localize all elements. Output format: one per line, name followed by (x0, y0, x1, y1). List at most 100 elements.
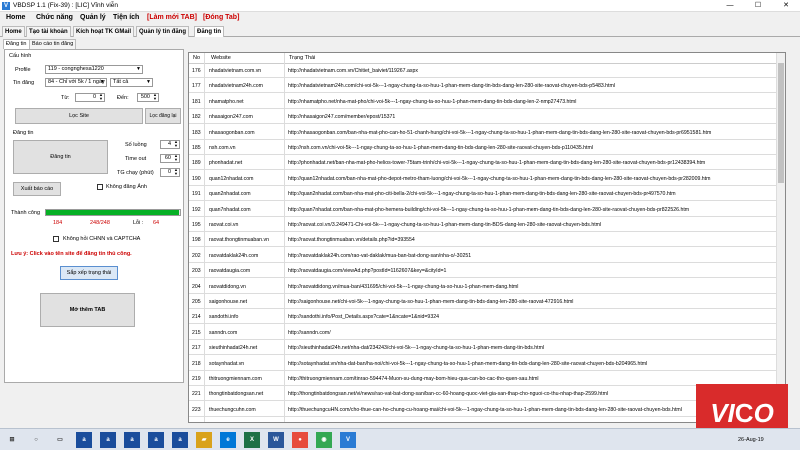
table-row[interactable]: 181 nhamatpho.net http://nhamatpho.net/nha… (189, 96, 777, 109)
word-icon[interactable]: W (268, 432, 284, 448)
cell-site[interactable]: raovatdidong.vn (209, 284, 282, 290)
spinner-arrows-icon[interactable]: ▲ ▼ (99, 93, 103, 101)
filter-site-button[interactable]: Lọc Site (15, 108, 143, 124)
table-row[interactable]: 198 raovat.thongtinmuaban.vn http://raovat… (189, 234, 777, 248)
spinner-arrows-icon[interactable]: ▲ ▼ (174, 168, 178, 176)
table-row[interactable]: 195 raovat.coi.vn http://raovat.coi.vn/3.2… (189, 219, 777, 232)
menu-home[interactable]: Home (6, 14, 25, 21)
excel-icon[interactable]: X (244, 432, 260, 448)
tab-home[interactable]: Home (2, 26, 25, 37)
table-row[interactable]: 221 thongtinbatdongsan.net http://thongtin… (189, 388, 777, 402)
app-icon-a[interactable]: a (76, 432, 92, 448)
table-row[interactable]: 192 quan7nhadat.com http://quan7nhadat.com… (189, 204, 777, 217)
app-icon-a4[interactable]: a (148, 432, 164, 448)
cell-site[interactable]: raovat.coi.vn (209, 222, 282, 228)
app-icon-a3[interactable]: a (124, 432, 140, 448)
windows-start-icon[interactable]: ⊞ (4, 432, 20, 448)
tab-manage-posts[interactable]: Quản lý tin đăng (136, 26, 190, 37)
subtab-report[interactable]: Báo cáo tin đăng (29, 39, 77, 49)
close-window-button[interactable]: ✕ (772, 0, 800, 12)
sort-status-button[interactable]: Sắp xếp trạng thái (60, 266, 118, 280)
app-icon-a2[interactable]: a (100, 432, 116, 448)
maximize-button[interactable]: ☐ (744, 0, 772, 12)
column-no[interactable]: No (193, 55, 200, 61)
table-row[interactable]: 217 sieuthinhadat24h.net http://sieuthinha… (189, 342, 777, 356)
column-website[interactable]: Website (211, 55, 231, 61)
cell-site[interactable]: raovat.thongtinmuaban.vn (209, 237, 282, 243)
tab-create-account[interactable]: Tạo tài khoản (26, 26, 71, 37)
cell-site[interactable]: sotaynhadat.vn (209, 361, 282, 367)
tab-activate-gmail[interactable]: Kích hoạt TK GMail (73, 26, 135, 37)
profile-select[interactable]: 119 - congnghesa1220 ▼ (45, 65, 143, 74)
menu-manage[interactable]: Quản lý (80, 14, 106, 21)
cell-site[interactable]: sieuthinhadat24h.net (209, 345, 282, 351)
cell-site[interactable]: quan12nhadat.com (209, 176, 282, 182)
cell-site[interactable]: saigonhouse.net (209, 299, 282, 305)
to-input[interactable]: 500 ▲ ▼ (137, 93, 159, 102)
search-icon[interactable]: ○ (28, 432, 44, 448)
column-status[interactable]: Trạng Thái (289, 55, 315, 61)
vertical-scrollbar[interactable] (776, 53, 785, 422)
post-select[interactable]: 84 - Chỉ với 5k / 1 ngày ▼ (45, 78, 107, 87)
app-icon-red[interactable]: ● (292, 432, 308, 448)
post-button[interactable]: Đăng tin (13, 140, 108, 174)
cell-site[interactable]: raovatdaugia.com (209, 268, 282, 274)
menu-close-tab[interactable]: [Đóng Tab] (203, 14, 239, 21)
cell-site[interactable]: sandothi.info (209, 314, 282, 320)
spinner-arrows-icon[interactable]: ▲ ▼ (153, 93, 157, 101)
spinner-arrows-icon[interactable]: ▲ ▼ (174, 140, 178, 148)
task-view-icon[interactable]: ▭ (52, 432, 68, 448)
cell-site[interactable]: nsh.com.vn (209, 145, 282, 151)
table-row[interactable]: 189 phonhadat.net http://phonhadat.net/ban… (189, 157, 777, 171)
table-row[interactable]: 177 nhadatvietnam24h.com http://nhadatviet… (189, 80, 777, 94)
cell-site[interactable]: thuechungcuhn.com (209, 407, 282, 413)
table-row[interactable]: 202 raovatdaklak24h.com http://raovatdakla… (189, 250, 777, 263)
cell-site[interactable]: sanndn.com (209, 330, 282, 336)
no-captcha-checkbox[interactable] (53, 236, 59, 242)
cell-site[interactable]: raovatdaklak24h.com (209, 253, 282, 259)
table-row[interactable]: 218 sotaynhadat.vn http://sotaynhadat.vn/n… (189, 358, 777, 371)
cell-site[interactable]: nhasaigon247.com (209, 114, 282, 120)
menu-refresh-tab[interactable]: [Làm mới TAB] (147, 14, 197, 21)
refilter-button[interactable]: Lọc đăng lại (145, 108, 181, 124)
tab-post[interactable]: Đăng tin (194, 26, 224, 37)
no-image-checkbox[interactable] (97, 184, 103, 190)
subtab-post[interactable]: Đăng tin (3, 39, 30, 49)
from-input[interactable]: 0 ▲ ▼ (75, 93, 105, 102)
cell-site[interactable]: thitruongmiennam.com (209, 376, 282, 382)
cell-site[interactable]: quan2nhadat.com (209, 191, 282, 197)
table-row[interactable]: 185 nsh.com.vn http://nsh.com.vn/chi-voi-5… (189, 142, 777, 155)
folder-icon[interactable]: ▰ (196, 432, 212, 448)
cell-site[interactable]: nhasaogonban.com (209, 130, 282, 136)
browser-icon[interactable]: e (220, 432, 236, 448)
table-row[interactable]: 203 raovatdaugia.com http://raovatdaugia.c… (189, 265, 777, 279)
table-row[interactable]: 182 nhasaigon247.com http://nhasaigon247.c… (189, 111, 777, 125)
table-row[interactable]: 214 sandothi.info http://sandothi.info/Pos… (189, 311, 777, 325)
app-icon-a5[interactable]: a (172, 432, 188, 448)
table-row[interactable]: 204 raovatdidong.vn http://raovatdidong.vn… (189, 281, 777, 294)
cell-site[interactable]: nhadatvietnam24h.com (209, 83, 282, 89)
vbdsp-app-icon[interactable]: V (340, 432, 356, 448)
menu-utilities[interactable]: Tiện ích (113, 14, 139, 21)
table-row[interactable]: 223 thuechungcuhn.com http://thuechungcuHN… (189, 404, 777, 417)
quantity-input[interactable]: 4 ▲ ▼ (160, 140, 180, 149)
table-row[interactable]: 219 thitruongmiennam.com http://thitruongm… (189, 373, 777, 386)
table-row[interactable]: 190 quan12nhadat.com http://quan12nhadat.c… (189, 173, 777, 186)
run-time-input[interactable]: 0 ▲ ▼ (160, 168, 180, 177)
table-row[interactable]: 215 sanndn.com http://sanndn.com/ (189, 327, 777, 340)
menu-functions[interactable]: Chức năng (36, 14, 73, 21)
scrollbar-thumb[interactable] (778, 63, 784, 183)
table-row[interactable]: 191 quan2nhadat.com http://quan2nhadat.com… (189, 188, 777, 202)
cell-site[interactable]: phonhadat.net (209, 160, 282, 166)
cell-site[interactable]: thongtinbatdongsan.net (209, 391, 282, 397)
table-row[interactable]: 205 saigonhouse.net http://saigonhouse.net… (189, 296, 777, 309)
chrome-icon[interactable]: ◉ (316, 432, 332, 448)
export-report-button[interactable]: Xuất báo cáo (13, 182, 61, 196)
cell-site[interactable]: nhamatpho.net (209, 99, 282, 105)
open-tab-button[interactable]: Mở thêm TAB (40, 293, 135, 327)
minimize-button[interactable]: — (716, 0, 744, 12)
cell-site[interactable]: quan7nhadat.com (209, 207, 282, 213)
timeout-input[interactable]: 60 ▲ ▼ (160, 154, 180, 163)
cell-site[interactable]: nhadatvietnam.com.vn (209, 68, 282, 74)
filter-select[interactable]: Tất cả ▼ (110, 78, 153, 87)
